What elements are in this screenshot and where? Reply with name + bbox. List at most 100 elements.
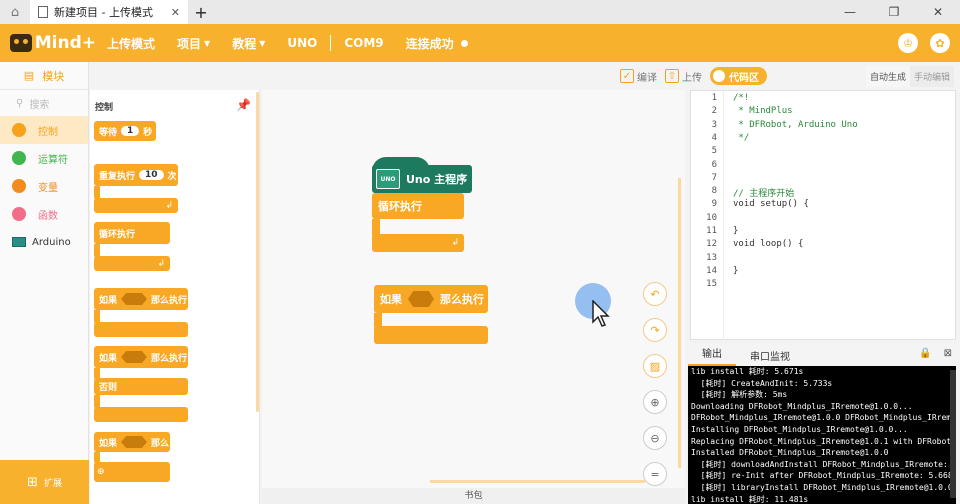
main-program-label: Uno 主程序 (406, 173, 468, 186)
zoom-reset-icon[interactable]: = (643, 462, 667, 486)
zoom-in-icon[interactable]: ⊕ (643, 390, 667, 414)
repeat-value-input[interactable]: 10 (139, 170, 164, 180)
clear-icon[interactable]: ⊠ (944, 348, 952, 359)
console-scrollbar[interactable] (950, 370, 956, 498)
main-menu: 上传模式 项目 ▼ 教程 ▼ UNO COM9 连接成功 (96, 35, 479, 52)
repeat-block[interactable]: 重复执行 10 次 (94, 164, 178, 186)
search-icon: ⚲ (16, 97, 24, 109)
backpack-bar[interactable]: 书包 (262, 488, 685, 504)
code-line: } (733, 265, 739, 276)
workspace-vertical-scrollbar[interactable] (678, 178, 681, 468)
undo-icon[interactable]: ↶ (643, 282, 667, 306)
wait-block[interactable]: 等待 1 秒 (94, 121, 156, 141)
output-panel-header: 输出 串口监视 🔒 ⊠ (688, 344, 960, 366)
code-line: // 主程序开始 (733, 189, 795, 200)
console-line: Downloading DFRobot_Mindplus_IRremote@1.… (691, 401, 913, 411)
module-tab[interactable]: ▤ 模块 (0, 62, 88, 90)
line-number: 3 (711, 119, 717, 130)
operators-color-icon (12, 151, 26, 165)
upload-mode-label: 上传模式 (107, 36, 156, 51)
block-label: 否则 (99, 383, 118, 393)
if-then-block[interactable]: 如果 那么执行 (94, 288, 188, 310)
code-line: /*! (733, 93, 750, 103)
code-area-toggle[interactable]: 代码区 (710, 67, 767, 85)
pin-icon[interactable]: 📌 (236, 98, 251, 112)
palette-title: 控制 (95, 103, 114, 113)
condition-slot[interactable] (408, 291, 434, 307)
line-number: 4 (711, 132, 717, 143)
gear-icon[interactable]: ✿ (930, 33, 950, 53)
app-header: Mind+ 上传模式 项目 ▼ 教程 ▼ UNO COM9 连接成功 ♔ ✿ (0, 24, 960, 62)
user-icon[interactable]: ♔ (898, 33, 918, 53)
if-else-block[interactable]: 如果 那么执行 (94, 346, 188, 368)
new-tab-icon[interactable]: + (188, 3, 214, 22)
code-line: void setup() { (733, 199, 809, 210)
line-number: 2 (711, 106, 717, 117)
upload-mode-menu[interactable]: 上传模式 (96, 35, 166, 52)
if-partial-block[interactable]: 如果 那么 (94, 432, 170, 452)
uno-main-program-block[interactable]: UNO Uno 主程序 (372, 157, 472, 193)
lock-icon[interactable]: 🔒 (919, 348, 931, 359)
cleanup-icon[interactable]: ▨ (643, 354, 667, 378)
forever-block[interactable]: 循环执行 (94, 222, 170, 244)
if-then-workspace-block[interactable]: 如果 那么执行 (374, 285, 488, 313)
condition-slot[interactable] (121, 436, 148, 448)
category-arduino[interactable]: Arduino (0, 228, 88, 256)
logo-text: Mind+ (34, 33, 96, 53)
redo-icon[interactable]: ↷ (643, 318, 667, 342)
extension-button[interactable]: ⊞ 扩展 (0, 460, 89, 504)
mindplus-logo: Mind+ (10, 33, 96, 53)
close-tab-icon[interactable]: ✕ (171, 6, 180, 19)
search-box[interactable]: ⚲ 搜索 (0, 90, 88, 116)
palette-scrollbar[interactable] (256, 92, 259, 412)
condition-slot[interactable] (121, 351, 148, 363)
line-number: 8 (711, 186, 717, 197)
category-control[interactable]: 控制 (0, 116, 88, 144)
tab-auto-generate[interactable]: 自动生成 (865, 66, 910, 87)
compile-label: 编译 (637, 72, 657, 84)
code-line: } (733, 226, 739, 236)
close-window-icon[interactable]: ✕ (916, 0, 960, 24)
code-line: * DFRobot, Arduino Uno (733, 119, 858, 130)
zoom-out-icon[interactable]: ⊖ (643, 426, 667, 450)
line-number: 5 (711, 146, 717, 157)
workspace-tools: ↶ ↷ ▨ ⊕ ⊖ = (643, 282, 667, 486)
category-variables[interactable]: 变量 (0, 172, 88, 200)
category-operators[interactable]: 运算符 (0, 144, 88, 172)
category-functions[interactable]: 函数 (0, 200, 88, 228)
window-controls: — ❐ ✕ (828, 0, 960, 24)
then-label: 那么执行 (440, 293, 484, 306)
block-label: 重复执行 (99, 171, 136, 182)
tab-serial-monitor[interactable]: 串口监视 (736, 348, 804, 363)
condition-slot[interactable] (121, 293, 148, 305)
wait-value-input[interactable]: 1 (121, 126, 140, 136)
minimize-icon[interactable]: — (828, 0, 872, 24)
code-editor[interactable]: 1 /*! 2 * MindPlus 3 * DFRobot, Arduino Uno… (690, 90, 956, 341)
loop-block-end: ↲ (372, 234, 464, 252)
category-label: Arduino (32, 236, 71, 248)
project-menu[interactable]: 项目 ▼ (166, 35, 221, 52)
compile-button[interactable]: ✓ 编译 (620, 69, 657, 84)
console-line: lib install 耗时: 5.671s (691, 367, 804, 376)
console-line: DFRobot_Mindplus_IRremote@1.0.0 DFRobot_… (691, 413, 956, 423)
mouse-pointer-icon (592, 300, 610, 327)
board-select[interactable]: UNO (276, 36, 328, 50)
line-number: 15 (706, 279, 717, 290)
variables-color-icon (12, 179, 26, 193)
workspace-horizontal-scrollbar[interactable] (430, 480, 645, 483)
loop-block[interactable]: 循环执行 (372, 193, 464, 219)
connection-status[interactable]: 连接成功 (395, 35, 479, 52)
console-line: lib install 耗时: 11.481s (691, 494, 809, 504)
project-tab[interactable]: 新建项目 - 上传模式 ✕ (30, 0, 188, 24)
check-icon: ✓ (620, 69, 634, 83)
extension-label: 扩展 (43, 478, 62, 489)
line-number: 13 (706, 252, 717, 263)
home-icon[interactable]: ⌂ (0, 0, 30, 24)
tutorial-menu[interactable]: 教程 ▼ (221, 35, 276, 52)
output-console[interactable]: lib install 耗时: 5.671s [耗时] CreateAndIni… (688, 366, 956, 504)
tab-output[interactable]: 输出 (688, 344, 736, 366)
upload-button[interactable]: ⇧ 上传 (665, 69, 702, 84)
restore-icon[interactable]: ❐ (872, 0, 916, 24)
tab-manual-edit[interactable]: 手动编辑 (909, 66, 954, 87)
port-select[interactable]: COM9 (333, 36, 394, 50)
